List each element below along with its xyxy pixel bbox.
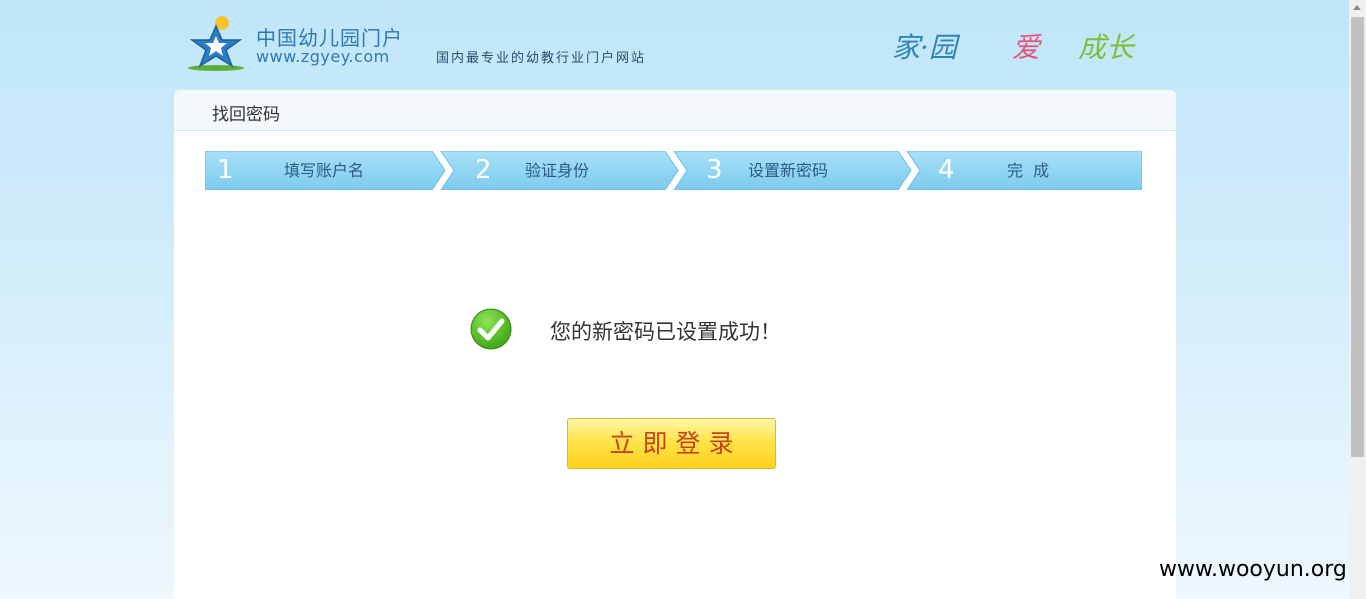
site-slogan: 国内最专业的幼教行业门户网站 [436,51,647,66]
motto-part-home: 家·园 [892,31,957,64]
site-logo[interactable]: 中国幼儿园门户 www.zgyey.com [186,14,426,74]
step-3-label: 设置新密码 [748,161,829,180]
find-password-panel: 找回密码 1 填写账户名 2 验证身份 3 设置新密码 4 完 成 您的新密码已… [174,90,1176,599]
vertical-scrollbar[interactable] [1349,0,1366,599]
logo-url: www.zgyey.com [256,47,390,66]
star-logo-icon [188,16,244,71]
step-2-label: 验证身份 [525,161,590,180]
success-message: 您的新密码已设置成功！ [550,320,781,344]
progress-steps: 1 填写账户名 2 验证身份 3 设置新密码 4 完 成 [205,151,1142,190]
step-1-number: 1 [217,155,234,185]
check-circle-icon [470,308,512,350]
motto-part-love: 爱 [1012,31,1041,64]
watermark-text: www.wooyun.org [1159,557,1347,582]
step-4-number: 4 [938,155,955,185]
step-2-number: 2 [475,155,492,185]
step-1-label: 填写账户名 [284,161,365,180]
header-motto: 家·园 爱 成长 [892,26,1152,66]
motto-part-grow: 成长 [1078,31,1135,64]
page-title: 找回密码 [212,105,280,125]
step-4-label: 完 成 [1007,161,1050,180]
step-3-number: 3 [706,155,723,185]
panel-header [174,90,1176,131]
login-now-button[interactable]: 立即登录 [567,418,776,469]
scrollbar-thumb[interactable] [1351,17,1364,457]
scroll-up-arrow-icon[interactable] [1353,5,1361,10]
